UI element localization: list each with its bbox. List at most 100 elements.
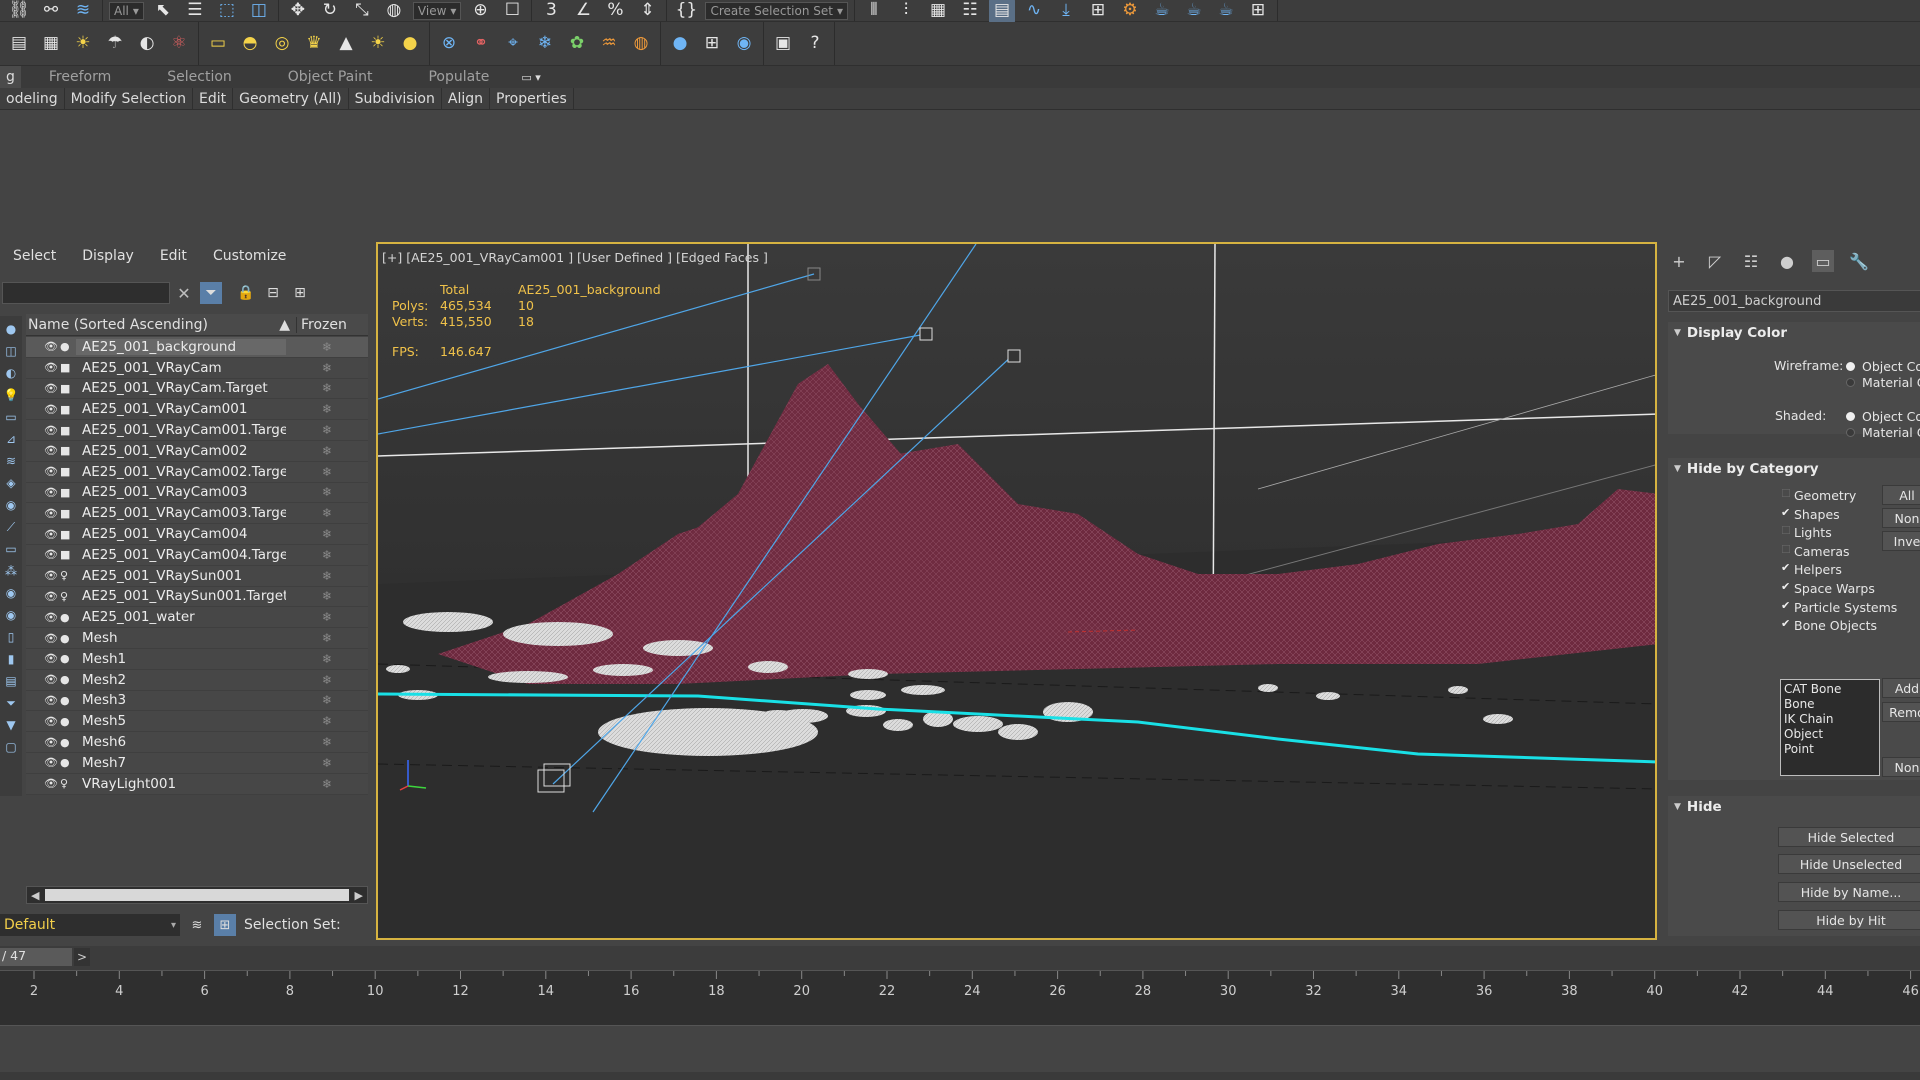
layers-sort-icon[interactable]: ⊞ <box>289 282 311 304</box>
vray-spot-icon[interactable]: ▲ <box>333 32 359 56</box>
frozen-toggle-icon[interactable]: ❄ <box>286 361 368 375</box>
category-listbox[interactable]: CAT Bone Bone IK Chain Object Point <box>1780 679 1880 776</box>
snap-toggle-icon[interactable]: 3 <box>538 0 564 23</box>
folder-icon[interactable]: ▢ <box>2 738 20 756</box>
hide-by-hit-button[interactable]: Hide by Hit <box>1778 910 1920 930</box>
filter-funnel-icon[interactable]: ⏷ <box>2 694 20 712</box>
visibility-eye-icon[interactable]: 👁 <box>44 361 60 374</box>
object-name[interactable]: AE25_001_VRayCam <box>76 360 286 376</box>
table-row[interactable]: 👁 ■ AE25_001_VRayCam003 ❄ <box>26 482 368 504</box>
frozen-toggle-icon[interactable]: ❄ <box>286 381 368 395</box>
object-name[interactable]: AE25_001_VRayCam002 <box>76 443 286 459</box>
visibility-eye-icon[interactable]: 👁 <box>44 507 60 520</box>
table-row[interactable]: 👁 ● Mesh1 ❄ <box>26 648 368 670</box>
object-name[interactable]: AE25_001_background <box>76 338 286 355</box>
frozen-toggle-icon[interactable]: ❄ <box>286 485 368 499</box>
frozen-toggle-icon[interactable]: ❄ <box>286 673 368 687</box>
frozen-toggle-icon[interactable]: ❄ <box>286 735 368 749</box>
reference-coord-dropdown[interactable]: View ▾ <box>412 1 462 20</box>
object-name[interactable]: AE25_001_VRayCam004 <box>76 526 286 542</box>
object-name[interactable]: AE25_001_VRayCam.Target <box>76 380 286 396</box>
explorer-search-input[interactable] <box>2 282 170 304</box>
explorer-horizontal-scrollbar[interactable]: ◀ ▶ <box>26 886 368 904</box>
spacewarps-filter-icon[interactable]: ≋ <box>2 452 20 470</box>
track-bar[interactable]: 2 4 6 8 10 12 14 16 18 20 22 24 26 28 30 32 34 36 38 40 42 44… <box>0 970 1920 1026</box>
hide-by-name-button[interactable]: Hide by Name... <box>1778 882 1920 902</box>
object-name[interactable]: AE25_001_VRaySun001 <box>76 568 286 584</box>
object-name[interactable]: Mesh6 <box>76 734 286 750</box>
frozen-toggle-icon[interactable]: ❄ <box>286 589 368 603</box>
visibility-eye-icon[interactable]: 👁 <box>44 528 60 541</box>
visibility-eye-icon[interactable]: 👁 <box>44 590 60 603</box>
groups-filter-icon[interactable]: ◈ <box>2 474 20 492</box>
vray-omni-icon[interactable]: ◐ <box>134 32 160 56</box>
table-row[interactable]: 👁 ■ AE25_001_VRayCam002 ❄ <box>26 440 368 462</box>
explorer-menu-edit[interactable]: Edit <box>147 248 200 270</box>
scale-icon[interactable]: ⤡ <box>349 0 375 23</box>
ribbon-tab-selection[interactable]: Selection <box>139 66 260 88</box>
render-gallery-icon[interactable]: ⊞ <box>1245 0 1271 23</box>
frozen-toggle-icon[interactable]: ❄ <box>286 340 368 354</box>
table-row[interactable]: 👁 ● AE25_001_water ❄ <box>26 607 368 629</box>
table-row[interactable]: 👁 ■ AE25_001_VRayCam004.Target ❄ <box>26 544 368 566</box>
ribbon-options-icon[interactable]: ▭ ▾ <box>517 66 544 88</box>
align-icon[interactable]: ⫶ <box>893 0 919 23</box>
object-name[interactable]: VRayLight001 <box>76 776 286 792</box>
hidden-filter-icon[interactable]: ◉ <box>2 606 20 624</box>
place-icon[interactable]: ◍ <box>381 0 407 23</box>
helpers-filter-icon[interactable]: ⊿ <box>2 430 20 448</box>
visibility-eye-icon[interactable]: 👁 <box>44 611 60 624</box>
table-row[interactable]: 👁 ● Mesh7 ❄ <box>26 752 368 774</box>
category-list-item[interactable]: CAT Bone <box>1784 682 1876 697</box>
time-slider[interactable]: / 47 > <box>0 946 1920 970</box>
frozen-toggle-icon[interactable]: ❄ <box>286 569 368 583</box>
invert-filter-icon[interactable]: ▤ <box>2 672 20 690</box>
visibility-eye-icon[interactable]: 👁 <box>44 673 60 686</box>
table-row[interactable]: 👁 ● Mesh5 ❄ <box>26 711 368 733</box>
grid-icon[interactable]: ▦ <box>38 32 64 56</box>
cameras-filter-icon[interactable]: ▭ <box>2 408 20 426</box>
shapes-filter-icon[interactable]: ◐ <box>2 364 20 382</box>
table-row[interactable]: 👁 ● Mesh6 ❄ <box>26 732 368 753</box>
object-name[interactable]: Mesh1 <box>76 651 286 667</box>
ribbon-panel-properties[interactable]: Properties <box>490 87 574 110</box>
vray-fb-icon[interactable]: ● <box>667 32 693 56</box>
ribbon-tab-populate[interactable]: Populate <box>400 66 517 88</box>
object-name[interactable]: AE25_001_VRayCam001 <box>76 401 286 417</box>
explorer-menu-select[interactable]: Select <box>0 248 69 270</box>
angle-snap-icon[interactable]: ∠ <box>570 0 596 23</box>
category-checkbox[interactable]: ✔ <box>1781 618 1791 629</box>
visibility-eye-icon[interactable]: 👁 <box>44 756 60 769</box>
next-frame-button[interactable]: > <box>74 948 90 966</box>
ribbon-panel-geometry[interactable]: Geometry (All) <box>233 87 349 110</box>
scene-explorer-toggle-icon[interactable]: ▦ <box>925 0 951 23</box>
object-name[interactable]: Mesh7 <box>76 755 286 771</box>
object-name[interactable]: Mesh2 <box>76 672 286 688</box>
visibility-eye-icon[interactable]: 👁 <box>44 403 60 416</box>
wireframe-object-color-radio[interactable] <box>1846 362 1855 371</box>
category-all-button[interactable]: All <box>1882 485 1920 505</box>
percent-snap-icon[interactable]: % <box>602 0 628 23</box>
visibility-eye-icon[interactable]: 👁 <box>44 424 60 437</box>
geometry-filter-icon[interactable]: ◫ <box>2 342 20 360</box>
frozen-toggle-icon[interactable]: ❄ <box>286 506 368 520</box>
vray-toggle-icon[interactable]: ◉ <box>731 32 757 56</box>
object-name[interactable]: AE25_001_VRayCam002.Target <box>76 464 286 480</box>
pivot-center-icon[interactable]: ⊕ <box>467 0 493 23</box>
select-by-name-icon[interactable]: ☰ <box>182 0 208 23</box>
visibility-eye-icon[interactable]: 👁 <box>44 465 60 478</box>
shaded-object-color-radio[interactable] <box>1846 412 1855 421</box>
schematic-view-icon[interactable]: ⤓ <box>1053 0 1079 23</box>
visibility-eye-icon[interactable]: 👁 <box>44 777 60 790</box>
hierarchy-icon[interactable]: ⊟ <box>262 282 284 304</box>
object-name[interactable]: AE25_001_VRaySun001.Target <box>76 588 286 604</box>
create-tab-icon[interactable]: + <box>1668 250 1690 272</box>
motion-tab-icon[interactable]: ● <box>1776 250 1798 272</box>
visibility-eye-icon[interactable]: 👁 <box>44 632 60 645</box>
vray-dome-icon[interactable]: ☂ <box>102 32 128 56</box>
column-header-frozen[interactable]: Frozen <box>296 316 368 333</box>
visibility-eye-icon[interactable]: 👁 <box>44 486 60 499</box>
frozen-toggle-icon[interactable]: ❄ <box>286 444 368 458</box>
visibility-eye-icon[interactable]: 👁 <box>44 569 60 582</box>
table-row[interactable]: 👁 ● Mesh3 ❄ <box>26 690 368 712</box>
